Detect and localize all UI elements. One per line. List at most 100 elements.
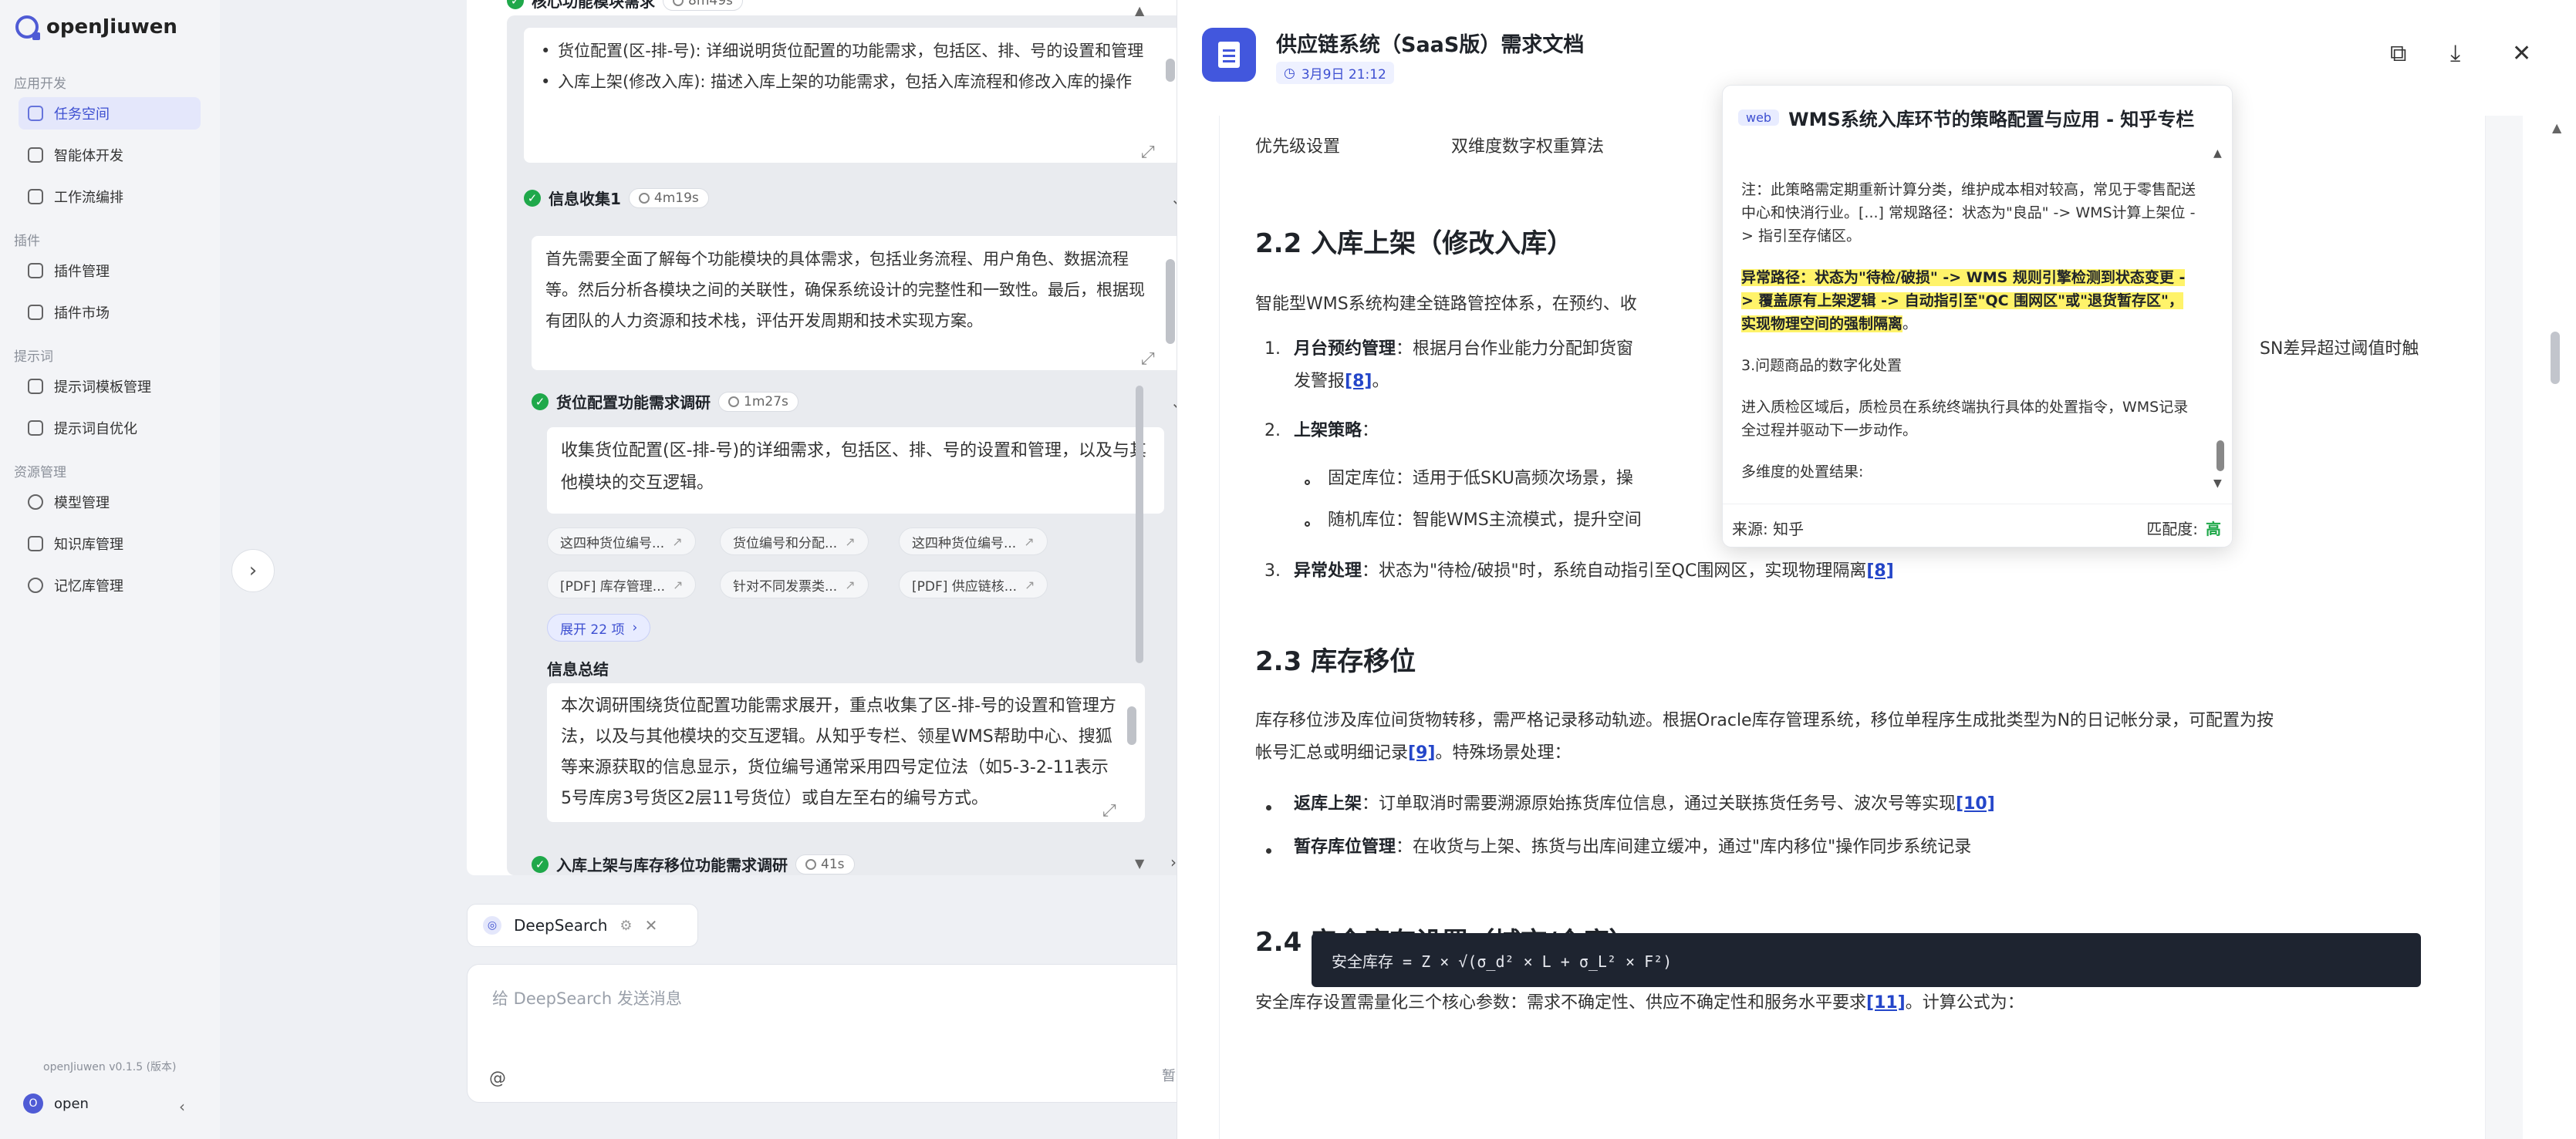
source-chip[interactable]: 这四种货位编号... ↗ bbox=[899, 527, 1048, 555]
user-name: open bbox=[54, 1095, 89, 1112]
task-timeline: ✓ 核心功能模块需求 8m49s 货位配置(区-排-号): 详细说明货位配置的功… bbox=[467, 0, 1242, 875]
source-chip[interactable]: 这四种货位编号... ↗ bbox=[547, 527, 696, 555]
popover-header: web WMS系统入库环节的策略配置与应用 - 知乎专栏 bbox=[1738, 104, 2194, 131]
popover-scrollbar[interactable] bbox=[2216, 232, 2224, 547]
match-score: 匹配度: 高 bbox=[2146, 520, 2221, 538]
sidebar-item-prompt-optimize[interactable]: 提示词自优化 bbox=[19, 412, 201, 444]
sidebar-item-agent-dev[interactable]: 智能体开发 bbox=[19, 139, 201, 171]
citation-link[interactable]: [10] bbox=[1956, 794, 1995, 814]
summary-label: 信息总结 bbox=[547, 660, 609, 679]
sub-list-item: 固定库位：适用于低SKU高频次场景，操 bbox=[1328, 469, 1633, 488]
close-icon[interactable]: ✕ bbox=[645, 916, 658, 935]
citation-link[interactable]: [11] bbox=[1866, 993, 1906, 1013]
list-item-line: 发警报[8]。 bbox=[1294, 372, 1389, 391]
heading-2-3: 2.3 库存移位 bbox=[1255, 646, 1416, 677]
citation-link[interactable]: [8] bbox=[1866, 561, 1893, 581]
scroll-up-icon[interactable]: ▲ bbox=[1135, 3, 1144, 18]
step-header-location-config[interactable]: ✓ 货位配置功能需求调研 1m27s bbox=[532, 390, 798, 413]
close-icon[interactable]: ✕ bbox=[2512, 40, 2531, 67]
highlighted-text: 异常路径：状态为"待检/破损" -> WMS 规则引擎检测到状态变更 -> 覆盖… bbox=[1741, 269, 2186, 332]
duration-badge: 1m27s bbox=[718, 391, 798, 412]
list-item: 上架策略： bbox=[1294, 421, 1379, 440]
deepsearch-icon: ◎ bbox=[483, 916, 501, 935]
message-input[interactable]: 给 DeepSearch 发送消息 bbox=[492, 986, 682, 1009]
list-number: 2. bbox=[1264, 421, 1281, 440]
external-link-icon: ↗ bbox=[845, 577, 856, 592]
list-item: 异常处理：状态为"待检/破损"时，系统自动指引至QC围网区，实现物理隔离[8] bbox=[1294, 561, 1894, 581]
list-number: 3. bbox=[1264, 561, 1281, 581]
table-cell: 双维度数字权重算法 bbox=[1451, 137, 1605, 157]
document-icon bbox=[1202, 28, 1256, 82]
list-item: 货位配置(区-排-号): 详细说明货位配置的功能需求，包括区、排、号的设置和管理 bbox=[538, 35, 1170, 66]
scrollbar-thumb[interactable] bbox=[2551, 332, 2560, 384]
expand-more-button[interactable]: 展开 22 项 › bbox=[547, 614, 651, 642]
source-chip[interactable]: 针对不同发票类... ↗ bbox=[720, 571, 869, 598]
list-item: 暂存库位管理：在收货与上架、拣货与出库间建立缓冲，通过"库内移位"操作同步系统记… bbox=[1294, 837, 1972, 857]
download-icon[interactable]: ⤓ bbox=[2450, 40, 2460, 67]
nav-section-app-dev: 应用开发 bbox=[14, 76, 66, 92]
module-list-card: 货位配置(区-排-号): 详细说明货位配置的功能需求，包括区、排、号的设置和管理… bbox=[524, 28, 1183, 163]
table-cell: 优先级设置 bbox=[1255, 137, 1341, 157]
chevron-right-icon[interactable]: › bbox=[1170, 853, 1177, 871]
document-scrollbar[interactable] bbox=[2551, 123, 2560, 1126]
chat-icon bbox=[28, 379, 43, 394]
model-icon bbox=[28, 494, 43, 510]
external-link-icon: ↗ bbox=[673, 577, 684, 592]
external-link-icon: ↗ bbox=[1024, 534, 1035, 549]
mention-button[interactable]: @ bbox=[489, 1069, 506, 1088]
sidebar-item-knowledge-base[interactable]: 知识库管理 bbox=[19, 527, 201, 560]
collapse-sidebar-icon[interactable]: ‹ bbox=[179, 1097, 185, 1116]
sidebar-item-prompt-template[interactable]: 提示词模板管理 bbox=[19, 370, 201, 403]
copy-icon[interactable]: ⧉ bbox=[2390, 40, 2406, 67]
source-chip[interactable]: 货位编号和分配... ↗ bbox=[720, 527, 869, 555]
user-profile[interactable]: O open bbox=[23, 1094, 89, 1114]
card-scrollbar[interactable] bbox=[1166, 259, 1175, 344]
scroll-down-icon[interactable]: ▼ bbox=[2213, 477, 2222, 490]
check-icon: ✓ bbox=[532, 855, 549, 873]
source-chip[interactable]: [PDF] 库存管理... ↗ bbox=[547, 571, 697, 598]
bullet bbox=[1266, 848, 1271, 854]
robot-icon bbox=[28, 147, 43, 163]
sidebar-item-memory-base[interactable]: 记忆库管理 bbox=[19, 569, 201, 602]
step-header-putaway-move[interactable]: ✓ 入库上架与库存移位功能需求调研 41s bbox=[532, 853, 855, 875]
duration-badge: 4m19s bbox=[628, 187, 709, 208]
source-chip[interactable]: [PDF] 供应链核... ↗ bbox=[899, 571, 1048, 598]
external-link-icon: ↗ bbox=[672, 534, 683, 549]
sidebar-item-plugin-manage[interactable]: 插件管理 bbox=[19, 254, 201, 287]
timeline-scrollbar[interactable] bbox=[1136, 0, 1143, 871]
citation-link[interactable]: [8] bbox=[1345, 372, 1372, 391]
fullscreen-icon[interactable]: ⤢ bbox=[1102, 796, 1123, 821]
match-level: 高 bbox=[2206, 520, 2221, 538]
step-header-core-modules[interactable]: ✓ 核心功能模块需求 8m49s bbox=[507, 0, 743, 12]
popover-title[interactable]: WMS系统入库环节的策略配置与应用 - 知乎专栏 bbox=[1788, 104, 2194, 131]
gear-icon[interactable]: ⚙ bbox=[620, 918, 632, 934]
scroll-up-icon[interactable]: ▲ bbox=[2552, 120, 2561, 135]
sidebar-item-plugin-market[interactable]: 插件市场 bbox=[19, 296, 201, 329]
scrollbar-thumb[interactable] bbox=[1136, 386, 1143, 663]
brand-logo[interactable]: openJiuwen bbox=[15, 15, 177, 40]
deepsearch-tab[interactable]: ◎ DeepSearch ⚙ ✕ bbox=[467, 904, 698, 947]
card-scrollbar[interactable] bbox=[1166, 59, 1175, 82]
citation-popover: web WMS系统入库环节的策略配置与应用 - 知乎专栏 ▲ 注：此策略需定期重… bbox=[1722, 85, 2233, 548]
paragraph: 库存移位涉及库位间货物转移，需严格记录移动轨迹。根据Oracle库存管理系统，移… bbox=[1255, 711, 2274, 730]
sidebar-item-workflow[interactable]: 工作流编排 bbox=[19, 180, 201, 213]
scrollbar-thumb[interactable] bbox=[2216, 440, 2224, 471]
list-item: 入库上架(修改入库): 描述入库上架的功能需求，包括入库流程和修改入库的操作 bbox=[538, 66, 1170, 97]
source-label: 来源: 知乎 bbox=[1732, 520, 1805, 538]
sidebar-item-model-manage[interactable]: 模型管理 bbox=[19, 486, 201, 518]
check-icon: ✓ bbox=[524, 189, 541, 207]
citation-link[interactable]: [9] bbox=[1408, 743, 1435, 763]
duration-badge: 41s bbox=[795, 854, 855, 874]
formula-code-block: 安全库存 = Z × √(σ_d² × L + σ_L² × F²) bbox=[1312, 933, 2421, 987]
scroll-up-icon[interactable]: ▲ bbox=[2213, 147, 2222, 160]
scroll-down-icon[interactable]: ▼ bbox=[1135, 856, 1144, 871]
fullscreen-icon[interactable]: ⤢ bbox=[1141, 137, 1161, 162]
expand-panel-icon[interactable]: › bbox=[231, 549, 275, 592]
heading-2-2: 2.2 入库上架（修改入库） bbox=[1255, 228, 1574, 259]
step-header-info-collect[interactable]: ✓ 信息收集1 4m19s bbox=[524, 187, 709, 209]
fullscreen-icon[interactable]: ⤢ bbox=[1141, 344, 1161, 369]
bullet bbox=[1305, 521, 1310, 527]
info-card: 首先需要全面了解每个功能模块的具体需求，包括业务流程、用户角色、数据流程等。然后… bbox=[532, 236, 1183, 370]
list-number: 1. bbox=[1264, 339, 1281, 359]
sidebar-item-task-space[interactable]: 任务空间 bbox=[19, 97, 201, 130]
